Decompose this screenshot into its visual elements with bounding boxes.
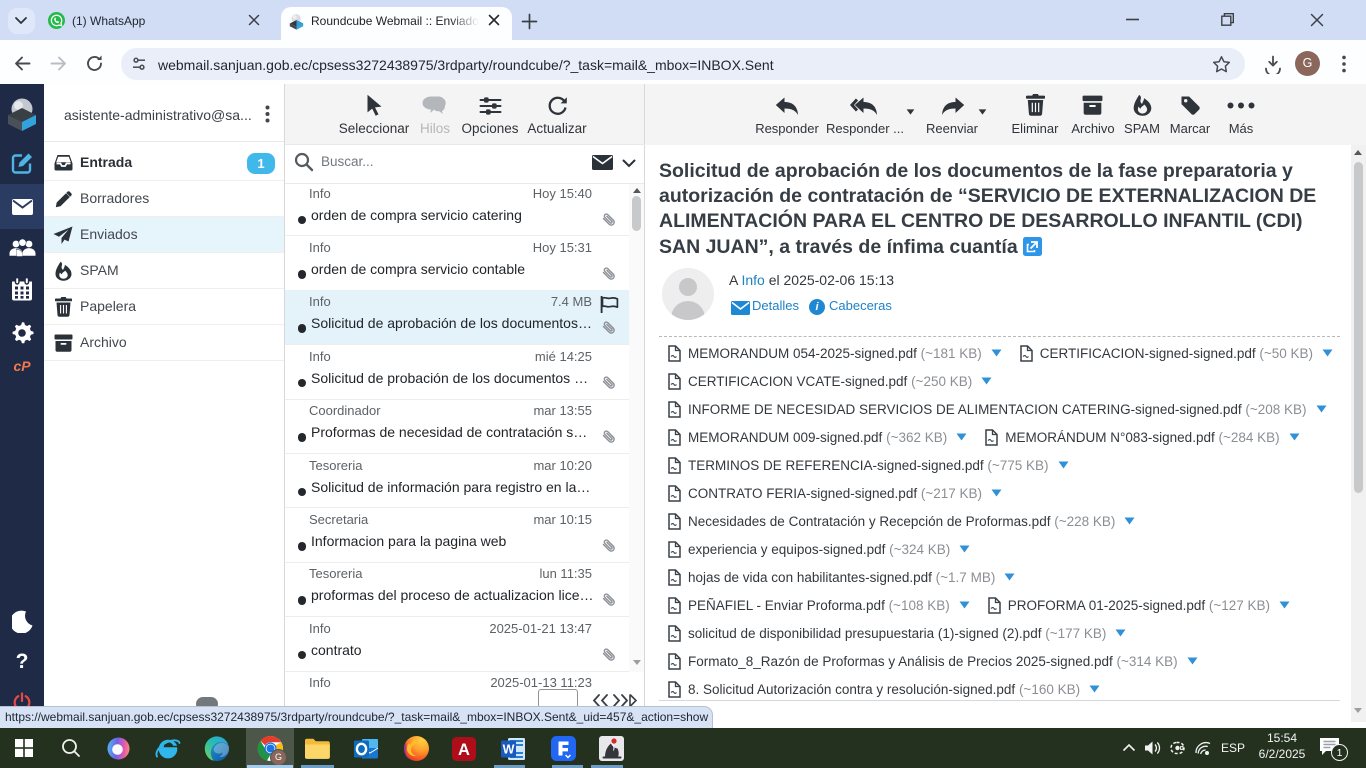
svg-text:W: W	[503, 743, 515, 757]
svg-text:A: A	[458, 741, 470, 759]
